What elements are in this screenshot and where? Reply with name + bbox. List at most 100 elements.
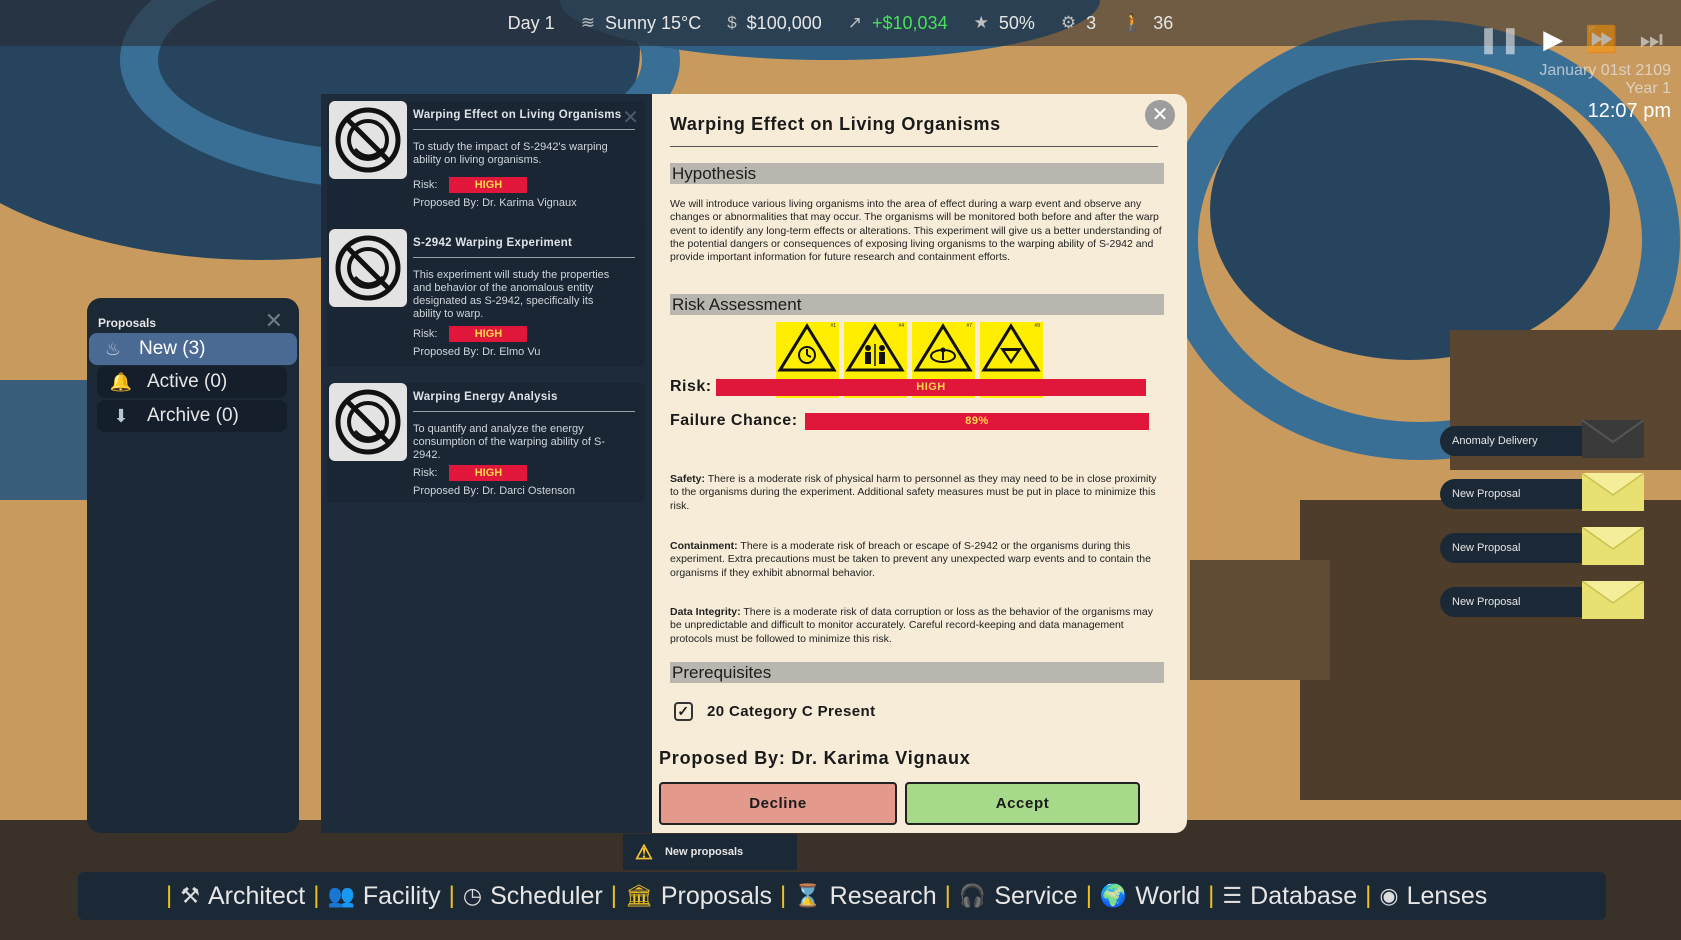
- headset-icon: 🎧: [958, 883, 987, 908]
- side-panel-title: Proposals: [98, 316, 157, 330]
- risk-label: Risk:: [413, 467, 438, 479]
- side-item-label: Archive (0): [147, 405, 239, 426]
- play-icon[interactable]: ▶: [1543, 24, 1563, 56]
- weather-label: Sunny 15°C: [604, 12, 702, 33]
- proposal-card[interactable]: S-2942 Warping Experiment This experimen…: [327, 229, 645, 367]
- side-item-archive[interactable]: ⬇ Archive (0): [97, 400, 287, 432]
- prerequisites-heading: Prerequisites: [670, 662, 1164, 683]
- decline-button[interactable]: Decline: [659, 782, 897, 825]
- nav-architect[interactable]: ⚒ Architect: [180, 882, 305, 911]
- nav-scheduler[interactable]: ◷ Scheduler: [463, 882, 603, 911]
- fastest-forward-icon[interactable]: ⏭: [1640, 24, 1663, 56]
- side-item-active[interactable]: 🔔 Active (0): [97, 366, 287, 398]
- proposal-detail-panel: Warping Effect on Living Organisms ✕ Hyp…: [652, 94, 1187, 833]
- prerequisite-item: ✓ 20 Category C Present: [674, 702, 875, 721]
- proposal-card[interactable]: Warping Energy Analysis To quantify and …: [327, 383, 645, 503]
- risk-row: Risk: HIGH: [670, 378, 1146, 396]
- proposal-card[interactable]: Warping Effect on Living Organisms ✕ To …: [327, 101, 645, 239]
- proposal-risk: Risk: HIGH: [413, 326, 528, 342]
- people-icon: 👥: [327, 883, 355, 908]
- envelope-icon: [1582, 420, 1644, 458]
- notification-new-proposal[interactable]: New Proposal: [1440, 581, 1645, 619]
- hypothesis-heading: Hypothesis: [670, 163, 1164, 184]
- day-label: Day 1: [507, 12, 555, 33]
- notification-new-proposal[interactable]: New Proposal: [1440, 527, 1645, 565]
- clock-date: January 01st 2109: [1539, 62, 1671, 79]
- hypothesis-text: We will introduce various living organis…: [670, 198, 1162, 264]
- reputation-stat: ★ 50%: [974, 13, 1035, 34]
- new-proposals-toast[interactable]: ⚠ New proposals: [623, 834, 797, 870]
- bell-icon: 🔔: [109, 371, 133, 392]
- proposal-list: Warping Effect on Living Organisms ✕ To …: [321, 94, 652, 833]
- building-icon: 🏛: [624, 883, 653, 908]
- warning-icon: ⚠: [635, 841, 653, 864]
- profit-value: +$10,034: [872, 12, 948, 33]
- close-icon[interactable]: ✕: [622, 105, 639, 130]
- notification-anomaly-delivery[interactable]: Anomaly Delivery: [1440, 420, 1645, 458]
- envelope-icon: [1582, 527, 1644, 565]
- star-icon: ★: [973, 13, 989, 32]
- hourglass-icon: ⌛: [794, 883, 822, 908]
- notification-label: New Proposal: [1440, 479, 1600, 509]
- dollar-icon: $: [727, 13, 737, 32]
- visitors-stat: 🚶 36: [1122, 13, 1173, 34]
- containment-text: Containment: There is a moderate risk of…: [670, 540, 1151, 579]
- nav-separator: |: [1208, 882, 1215, 909]
- pause-icon[interactable]: ❚❚: [1478, 24, 1522, 56]
- nav-separator: |: [780, 882, 787, 909]
- nav-world[interactable]: 🌍 World: [1100, 882, 1200, 911]
- risk-label: Risk:: [413, 179, 438, 191]
- envelope-icon: [1582, 581, 1644, 619]
- notification-new-proposal[interactable]: New Proposal: [1440, 473, 1645, 511]
- warp-symbol-icon: [335, 389, 401, 455]
- failure-chance-bar: 89%: [805, 412, 1149, 430]
- weather-stat: ≋ Sunny 15°C: [581, 13, 702, 34]
- bottom-nav-bar: | ⚒ Architect | 👥 Facility | ◷ Scheduler…: [78, 872, 1606, 920]
- nav-database[interactable]: ☰ Database: [1222, 882, 1357, 911]
- proposal-title: S-2942 Warping Experiment: [413, 237, 635, 258]
- risk-label: Risk:: [413, 328, 438, 340]
- risk-badge: HIGH: [449, 326, 528, 342]
- nav-service[interactable]: 🎧 Service: [959, 882, 1078, 911]
- nav-separator: |: [313, 882, 320, 909]
- proposal-risk: Risk: HIGH: [413, 177, 528, 193]
- proposals-side-panel: Proposals ✕ ♨ New (3) 🔔 Active (0) ⬇ Arc…: [87, 298, 299, 833]
- side-item-label: Active (0): [147, 371, 228, 392]
- warp-symbol-icon: [335, 235, 401, 301]
- nav-separator: |: [1085, 882, 1092, 909]
- nav-facility[interactable]: 👥 Facility: [327, 882, 440, 911]
- side-item-new[interactable]: ♨ New (3): [89, 333, 297, 365]
- visitors-value: 36: [1153, 12, 1174, 33]
- eye-icon: ◉: [1379, 883, 1399, 908]
- accept-button[interactable]: Accept: [905, 782, 1140, 825]
- nav-proposals[interactable]: 🏛 Proposals: [625, 882, 772, 911]
- toast-text: New proposals: [664, 846, 744, 858]
- profit-stat: ↗ +$10,034: [848, 13, 948, 34]
- envelope-icon: [1582, 473, 1644, 511]
- notification-label: New Proposal: [1440, 587, 1600, 617]
- checkbox-checked-icon: ✓: [674, 702, 693, 721]
- data-integrity-text: Data Integrity: There is a moderate risk…: [670, 606, 1154, 645]
- trend-up-icon: ↗: [847, 13, 862, 32]
- nav-research[interactable]: ⌛ Research: [794, 882, 936, 911]
- nav-separator: |: [944, 882, 951, 909]
- reputation-value: 50%: [998, 12, 1035, 33]
- title-divider: [670, 146, 1158, 147]
- notification-label: Anomaly Delivery: [1440, 426, 1600, 456]
- risk-assessment-heading: Risk Assessment: [670, 294, 1164, 315]
- money-stat: $ $100,000: [727, 13, 822, 34]
- detail-title: Warping Effect on Living Organisms: [670, 114, 1001, 134]
- proposal-author: Proposed By: Dr. Karima Vignaux: [413, 197, 577, 209]
- money-value: $100,000: [746, 12, 822, 33]
- day-stat: Day 1: [508, 13, 555, 34]
- nav-lenses[interactable]: ◉ Lenses: [1379, 882, 1487, 911]
- clock-icon: ◷: [462, 883, 483, 908]
- close-icon[interactable]: ✕: [265, 308, 283, 334]
- close-icon[interactable]: ✕: [1145, 100, 1175, 130]
- anomaly-thumbnail: [329, 383, 407, 461]
- proposal-title: Warping Effect on Living Organisms: [413, 109, 635, 130]
- nav-separator: |: [610, 882, 617, 909]
- fast-forward-icon[interactable]: ⏩: [1585, 24, 1617, 56]
- proposal-risk: Risk: HIGH: [413, 465, 528, 481]
- risk-row-label: Risk:: [670, 378, 712, 395]
